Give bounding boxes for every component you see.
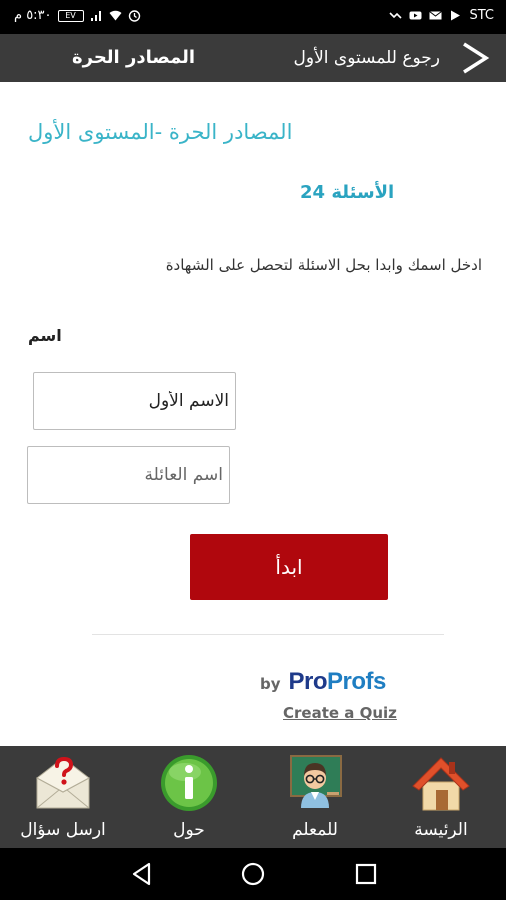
info-icon bbox=[161, 755, 217, 811]
tab-label-home: الرئيسة bbox=[414, 820, 468, 840]
teacher-icon bbox=[290, 755, 342, 808]
tab-teacher[interactable]: للمعلم bbox=[252, 746, 378, 848]
signal-icon bbox=[90, 11, 101, 21]
missed-call-icon bbox=[389, 12, 403, 19]
carrier-name: STC bbox=[469, 8, 494, 23]
play-store-icon bbox=[451, 10, 461, 21]
status-bar: ٥:٣٠ م EV STC bbox=[0, 0, 506, 34]
quiz-title: المصادر الحرة -المستوى الأول bbox=[28, 120, 293, 144]
bottom-tab-bar: ارسل سؤال حول للمعلم الرئيسة bbox=[0, 746, 506, 848]
first-name-field[interactable] bbox=[33, 372, 236, 430]
envelope-question-icon bbox=[36, 756, 90, 809]
wifi-icon bbox=[109, 10, 122, 21]
create-quiz-link[interactable]: Create a Quiz bbox=[283, 704, 397, 722]
tab-about[interactable]: حول bbox=[126, 746, 252, 848]
mail-icon bbox=[429, 11, 443, 20]
divider bbox=[92, 634, 444, 635]
by-label: by bbox=[260, 675, 281, 693]
status-right: STC bbox=[389, 8, 494, 23]
status-left: ٥:٣٠ م EV bbox=[14, 8, 141, 23]
instructions-text: ادخل اسمك وابدا بحل الاسئلة لتحصل على ال… bbox=[165, 256, 482, 274]
proprofs-branding[interactable]: by ProProfs bbox=[260, 668, 386, 696]
back-triangle-icon[interactable] bbox=[128, 860, 156, 888]
back-link[interactable]: رجوع للمستوى الأول bbox=[294, 48, 440, 68]
chevron-right-icon[interactable] bbox=[456, 40, 492, 76]
home-icon bbox=[412, 757, 470, 811]
last-name-field[interactable] bbox=[27, 446, 230, 504]
system-nav-bar bbox=[0, 848, 506, 900]
home-circle-icon[interactable] bbox=[239, 860, 267, 888]
alarm-icon bbox=[128, 10, 140, 22]
quiz-panel: المصادر الحرة -المستوى الأول الأسئلة 24 … bbox=[0, 82, 506, 746]
name-label: اسم bbox=[28, 326, 62, 345]
page-title: المصادر الحرة bbox=[72, 47, 196, 68]
tab-label-send-question: ارسل سؤال bbox=[20, 820, 106, 840]
battery-icon: EV bbox=[57, 9, 84, 22]
proprofs-logo: ProProfs bbox=[288, 668, 387, 696]
logo-pro: Pro bbox=[288, 668, 328, 695]
tab-label-about: حول bbox=[173, 820, 205, 840]
start-button[interactable]: ابدأ bbox=[190, 534, 388, 600]
logo-profs: Profs bbox=[327, 668, 386, 695]
status-time: ٥:٣٠ م bbox=[14, 8, 52, 23]
tab-home[interactable]: الرئيسة bbox=[378, 746, 504, 848]
tab-send-question[interactable]: ارسل سؤال bbox=[0, 746, 126, 848]
tab-label-teacher: للمعلم bbox=[292, 820, 338, 840]
recents-square-icon[interactable] bbox=[352, 860, 380, 888]
questions-count: الأسئلة 24 bbox=[300, 182, 395, 203]
youtube-icon bbox=[409, 11, 422, 20]
app-header: المصادر الحرة رجوع للمستوى الأول bbox=[0, 34, 506, 82]
